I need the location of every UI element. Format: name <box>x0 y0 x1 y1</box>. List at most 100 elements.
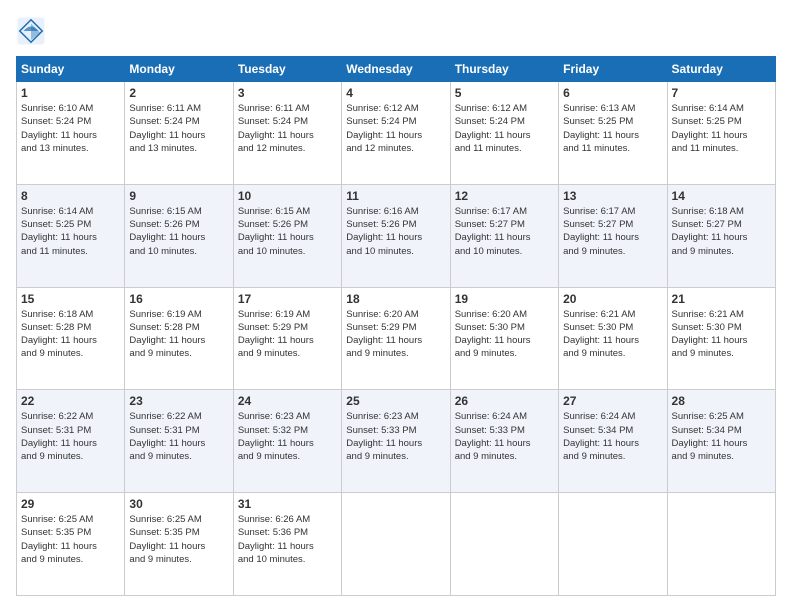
day-number: 3 <box>238 86 337 100</box>
day-number: 16 <box>129 292 228 306</box>
header-cell-monday: Monday <box>125 57 233 82</box>
day-cell <box>667 493 775 596</box>
cell-content: Sunrise: 6:18 AMSunset: 5:28 PMDaylight:… <box>21 308 120 361</box>
day-number: 2 <box>129 86 228 100</box>
cell-content: Sunrise: 6:26 AMSunset: 5:36 PMDaylight:… <box>238 513 337 566</box>
day-number: 13 <box>563 189 662 203</box>
week-row-3: 22Sunrise: 6:22 AMSunset: 5:31 PMDayligh… <box>17 390 776 493</box>
cell-content: Sunrise: 6:20 AMSunset: 5:29 PMDaylight:… <box>346 308 445 361</box>
day-cell: 18 Sunrise: 6:20 AMSunset: 5:29 PMDayligh… <box>342 287 450 390</box>
cell-content: Sunrise: 6:14 AMSunset: 5:25 PMDaylight:… <box>672 102 771 155</box>
cell-content: Sunrise: 6:12 AMSunset: 5:24 PMDaylight:… <box>346 102 445 155</box>
day-number: 17 <box>238 292 337 306</box>
cell-content: Sunrise: 6:12 AMSunset: 5:24 PMDaylight:… <box>455 102 554 155</box>
day-cell: 1 Sunrise: 6:10 AMSunset: 5:24 PMDaylight… <box>17 82 125 185</box>
day-cell: 29 Sunrise: 6:25 AMSunset: 5:35 PMDayligh… <box>17 493 125 596</box>
logo <box>16 16 50 46</box>
day-cell: 13 Sunrise: 6:17 AMSunset: 5:27 PMDayligh… <box>559 184 667 287</box>
day-number: 15 <box>21 292 120 306</box>
cell-content: Sunrise: 6:24 AMSunset: 5:33 PMDaylight:… <box>455 410 554 463</box>
day-cell: 7 Sunrise: 6:14 AMSunset: 5:25 PMDaylight… <box>667 82 775 185</box>
day-cell: 21 Sunrise: 6:21 AMSunset: 5:30 PMDayligh… <box>667 287 775 390</box>
day-number: 28 <box>672 394 771 408</box>
day-cell: 24 Sunrise: 6:23 AMSunset: 5:32 PMDayligh… <box>233 390 341 493</box>
day-cell: 26 Sunrise: 6:24 AMSunset: 5:33 PMDayligh… <box>450 390 558 493</box>
cell-content: Sunrise: 6:18 AMSunset: 5:27 PMDaylight:… <box>672 205 771 258</box>
day-cell: 4 Sunrise: 6:12 AMSunset: 5:24 PMDaylight… <box>342 82 450 185</box>
day-cell: 15 Sunrise: 6:18 AMSunset: 5:28 PMDayligh… <box>17 287 125 390</box>
cell-content: Sunrise: 6:25 AMSunset: 5:35 PMDaylight:… <box>129 513 228 566</box>
day-cell: 25Sunrise: 6:23 AMSunset: 5:33 PMDayligh… <box>342 390 450 493</box>
cell-content: Sunrise: 6:21 AMSunset: 5:30 PMDaylight:… <box>563 308 662 361</box>
day-cell: 12 Sunrise: 6:17 AMSunset: 5:27 PMDayligh… <box>450 184 558 287</box>
calendar-body: 1 Sunrise: 6:10 AMSunset: 5:24 PMDaylight… <box>17 82 776 596</box>
day-number: 29 <box>21 497 120 511</box>
day-number: 26 <box>455 394 554 408</box>
day-cell <box>450 493 558 596</box>
cell-content: Sunrise: 6:13 AMSunset: 5:25 PMDaylight:… <box>563 102 662 155</box>
cell-content: Sunrise: 6:15 AMSunset: 5:26 PMDaylight:… <box>129 205 228 258</box>
day-number: 5 <box>455 86 554 100</box>
cell-content: Sunrise: 6:10 AMSunset: 5:24 PMDaylight:… <box>21 102 120 155</box>
day-cell: 30Sunrise: 6:25 AMSunset: 5:35 PMDayligh… <box>125 493 233 596</box>
cell-content: Sunrise: 6:23 AMSunset: 5:33 PMDaylight:… <box>346 410 445 463</box>
cell-content: Sunrise: 6:11 AMSunset: 5:24 PMDaylight:… <box>129 102 228 155</box>
logo-icon <box>16 16 46 46</box>
day-number: 1 <box>21 86 120 100</box>
day-number: 23 <box>129 394 228 408</box>
day-number: 18 <box>346 292 445 306</box>
day-cell: 14 Sunrise: 6:18 AMSunset: 5:27 PMDayligh… <box>667 184 775 287</box>
header-cell-tuesday: Tuesday <box>233 57 341 82</box>
day-number: 12 <box>455 189 554 203</box>
day-cell: 17 Sunrise: 6:19 AMSunset: 5:29 PMDayligh… <box>233 287 341 390</box>
cell-content: Sunrise: 6:25 AMSunset: 5:35 PMDaylight:… <box>21 513 120 566</box>
day-number: 10 <box>238 189 337 203</box>
day-cell: 11Sunrise: 6:16 AMSunset: 5:26 PMDayligh… <box>342 184 450 287</box>
day-number: 19 <box>455 292 554 306</box>
day-number: 6 <box>563 86 662 100</box>
day-cell: 22Sunrise: 6:22 AMSunset: 5:31 PMDayligh… <box>17 390 125 493</box>
day-number: 11 <box>346 189 445 203</box>
cell-content: Sunrise: 6:17 AMSunset: 5:27 PMDaylight:… <box>563 205 662 258</box>
day-number: 4 <box>346 86 445 100</box>
day-number: 27 <box>563 394 662 408</box>
header-cell-sunday: Sunday <box>17 57 125 82</box>
week-row-1: 8 Sunrise: 6:14 AMSunset: 5:25 PMDaylight… <box>17 184 776 287</box>
day-cell: 31Sunrise: 6:26 AMSunset: 5:36 PMDayligh… <box>233 493 341 596</box>
header-cell-friday: Friday <box>559 57 667 82</box>
day-number: 14 <box>672 189 771 203</box>
day-cell: 9Sunrise: 6:15 AMSunset: 5:26 PMDaylight… <box>125 184 233 287</box>
day-cell: 16Sunrise: 6:19 AMSunset: 5:28 PMDayligh… <box>125 287 233 390</box>
day-cell: 19 Sunrise: 6:20 AMSunset: 5:30 PMDayligh… <box>450 287 558 390</box>
cell-content: Sunrise: 6:21 AMSunset: 5:30 PMDaylight:… <box>672 308 771 361</box>
day-number: 20 <box>563 292 662 306</box>
header-cell-wednesday: Wednesday <box>342 57 450 82</box>
day-cell <box>342 493 450 596</box>
day-number: 24 <box>238 394 337 408</box>
day-number: 7 <box>672 86 771 100</box>
calendar-table: SundayMondayTuesdayWednesdayThursdayFrid… <box>16 56 776 596</box>
header-cell-saturday: Saturday <box>667 57 775 82</box>
week-row-0: 1 Sunrise: 6:10 AMSunset: 5:24 PMDaylight… <box>17 82 776 185</box>
cell-content: Sunrise: 6:14 AMSunset: 5:25 PMDaylight:… <box>21 205 120 258</box>
day-number: 21 <box>672 292 771 306</box>
header-cell-thursday: Thursday <box>450 57 558 82</box>
day-cell: 27 Sunrise: 6:24 AMSunset: 5:34 PMDayligh… <box>559 390 667 493</box>
cell-content: Sunrise: 6:25 AMSunset: 5:34 PMDaylight:… <box>672 410 771 463</box>
cell-content: Sunrise: 6:24 AMSunset: 5:34 PMDaylight:… <box>563 410 662 463</box>
day-cell: 10 Sunrise: 6:15 AMSunset: 5:26 PMDayligh… <box>233 184 341 287</box>
cell-content: Sunrise: 6:23 AMSunset: 5:32 PMDaylight:… <box>238 410 337 463</box>
cell-content: Sunrise: 6:20 AMSunset: 5:30 PMDaylight:… <box>455 308 554 361</box>
cell-content: Sunrise: 6:17 AMSunset: 5:27 PMDaylight:… <box>455 205 554 258</box>
day-cell: 23Sunrise: 6:22 AMSunset: 5:31 PMDayligh… <box>125 390 233 493</box>
week-row-2: 15 Sunrise: 6:18 AMSunset: 5:28 PMDayligh… <box>17 287 776 390</box>
cell-content: Sunrise: 6:22 AMSunset: 5:31 PMDaylight:… <box>21 410 120 463</box>
cell-content: Sunrise: 6:11 AMSunset: 5:24 PMDaylight:… <box>238 102 337 155</box>
cell-content: Sunrise: 6:15 AMSunset: 5:26 PMDaylight:… <box>238 205 337 258</box>
day-cell: 2 Sunrise: 6:11 AMSunset: 5:24 PMDaylight… <box>125 82 233 185</box>
day-cell <box>559 493 667 596</box>
week-row-4: 29 Sunrise: 6:25 AMSunset: 5:35 PMDayligh… <box>17 493 776 596</box>
day-cell: 8 Sunrise: 6:14 AMSunset: 5:25 PMDaylight… <box>17 184 125 287</box>
cell-content: Sunrise: 6:19 AMSunset: 5:29 PMDaylight:… <box>238 308 337 361</box>
day-number: 8 <box>21 189 120 203</box>
